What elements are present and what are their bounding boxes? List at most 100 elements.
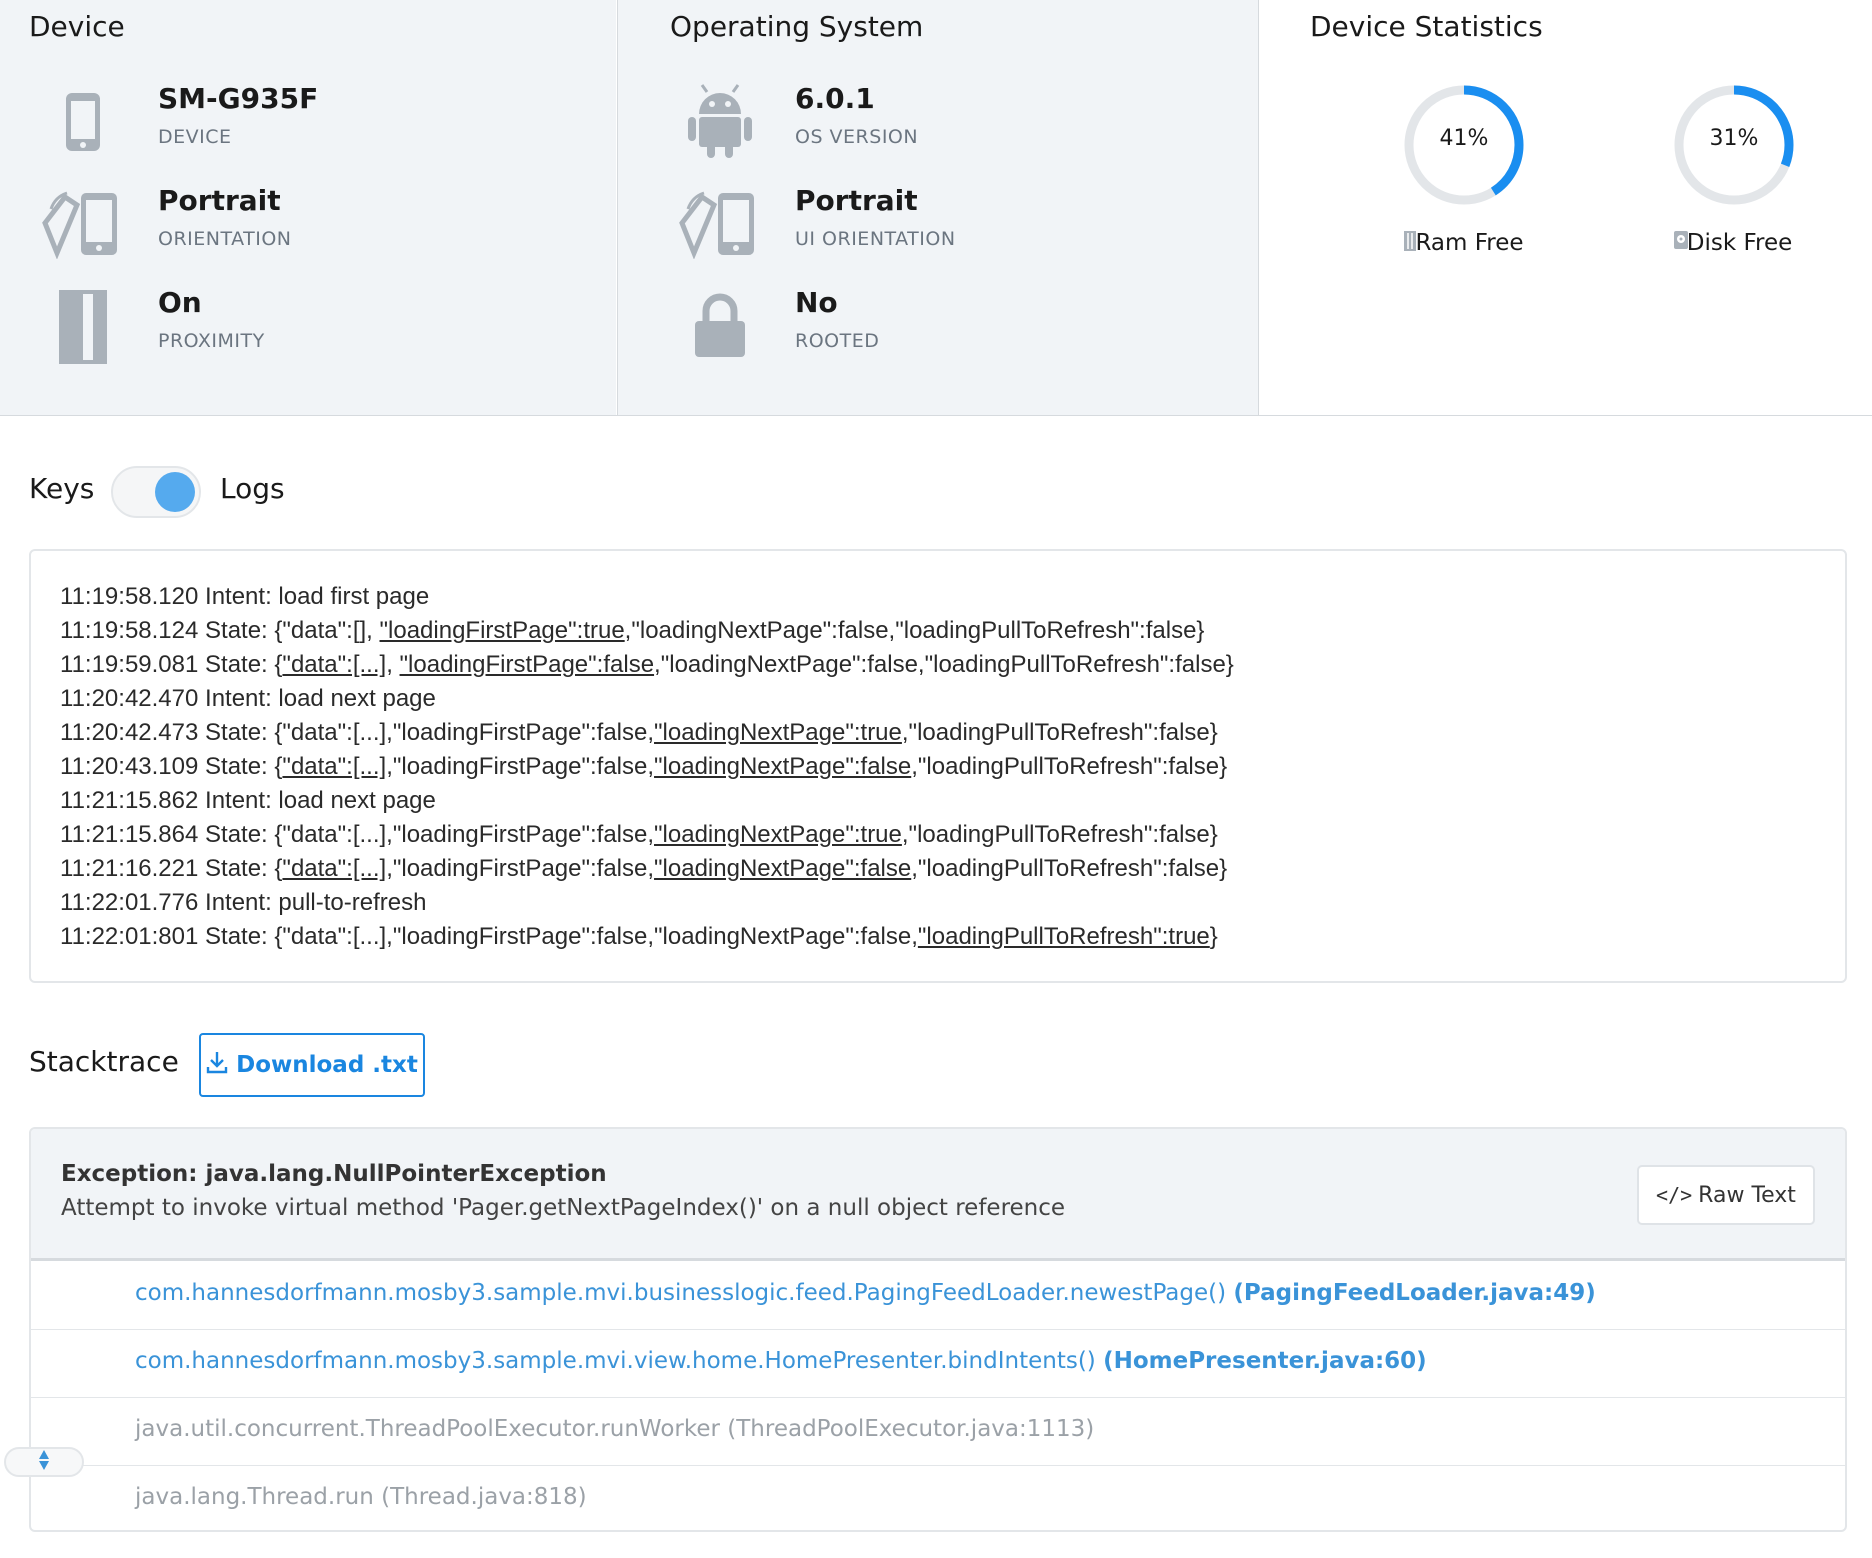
download-icon xyxy=(206,1050,228,1080)
log-text: 11:21:15.862 Intent: load next page xyxy=(60,787,436,814)
os-version-label: OS VERSION xyxy=(795,126,919,148)
disk-gauge: 31% Disk Free xyxy=(1653,84,1813,284)
log-text: ,"loadingFirstPage":false, xyxy=(386,753,655,780)
log-changed-field: "loadingFirstPage":true xyxy=(379,617,625,644)
exception-title: Exception: java.lang.NullPointerExceptio… xyxy=(61,1161,607,1187)
code-icon: </> xyxy=(1656,1183,1693,1207)
log-changed-field: "loadingNextPage":false xyxy=(654,753,912,780)
log-changed-field: "loadingFirstPage":false xyxy=(399,651,655,678)
log-line: 11:19:58.124 State: {"data":[], "loading… xyxy=(60,614,1816,648)
log-line: 11:22:01.776 Intent: pull-to-refresh xyxy=(60,886,1816,920)
log-text: 11:20:42.470 Intent: load next page xyxy=(60,685,436,712)
raw-text-label: Raw Text xyxy=(1698,1182,1796,1208)
exception-header: Exception: java.lang.NullPointerExceptio… xyxy=(31,1129,1845,1261)
ram-label-text: Ram Free xyxy=(1415,230,1524,256)
ui-orientation-value: Portrait xyxy=(795,184,918,217)
disk-label: Disk Free xyxy=(1653,230,1818,256)
log-changed-field: "loadingNextPage":true xyxy=(654,821,902,848)
device-proximity-value: On xyxy=(158,286,202,319)
ram-percent: 41% xyxy=(1439,126,1489,151)
logs-label[interactable]: Logs xyxy=(220,472,285,505)
stacktrace-title: Stacktrace xyxy=(29,1045,179,1078)
log-text: ,"loadingPullToRefresh":false} xyxy=(901,821,1218,848)
frame-method: com.hannesdorfmann.mosby3.sample.mvi.bus… xyxy=(135,1280,1234,1306)
device-orientation-label: ORIENTATION xyxy=(158,228,292,250)
log-changed-field: "loadingNextPage":false xyxy=(654,855,912,882)
device-panel-title: Device xyxy=(29,10,125,43)
log-line: 11:19:59.081 State: {"data":[...], "load… xyxy=(60,648,1816,682)
log-text: 11:22:01:801 State: {"data":[...],"loadi… xyxy=(60,923,918,950)
os-version-value: 6.0.1 xyxy=(795,82,875,115)
log-text: 11:20:43.109 State: { xyxy=(60,753,283,780)
stacktrace-box: Exception: java.lang.NullPointerExceptio… xyxy=(29,1127,1847,1532)
log-changed-field: "data":[...] xyxy=(282,753,387,780)
frame-method: com.hannesdorfmann.mosby3.sample.mvi.vie… xyxy=(135,1348,1104,1374)
stack-frame[interactable]: java.lang.Thread.run (Thread.java:818) xyxy=(31,1466,1845,1530)
stack-frame[interactable]: com.hannesdorfmann.mosby3.sample.mvi.bus… xyxy=(31,1262,1845,1330)
raw-text-button[interactable]: </> Raw Text xyxy=(1637,1165,1815,1225)
device-orientation-value: Portrait xyxy=(158,184,281,217)
lock-icon xyxy=(675,286,765,366)
frame-method: java.util.concurrent.ThreadPoolExecutor.… xyxy=(135,1416,1095,1442)
stats-panel: Device Statistics 41% Ram Free 31% Disk … xyxy=(1260,0,1872,415)
log-output: 11:19:58.120 Intent: load first page 11:1… xyxy=(29,549,1847,983)
log-text: } xyxy=(1209,923,1218,950)
phone-icon xyxy=(38,82,128,162)
log-line: 11:20:43.109 State: {"data":[...],"loadi… xyxy=(60,750,1816,784)
android-icon xyxy=(675,82,765,162)
log-line: 11:19:58.120 Intent: load first page xyxy=(60,580,1816,614)
frame-location: (HomePresenter.java:60) xyxy=(1103,1348,1427,1374)
keys-logs-switch[interactable] xyxy=(111,466,201,518)
log-text: ,"loadingNextPage":false,"loadingPullToR… xyxy=(624,617,1205,644)
rotate-device-icon xyxy=(38,184,128,264)
log-text: 11:21:15.864 State: {"data":[...],"loadi… xyxy=(60,821,655,848)
log-text: 11:19:58.120 Intent: load first page xyxy=(60,583,430,610)
device-proximity-label: PROXIMITY xyxy=(158,330,265,352)
log-line: 11:22:01:801 State: {"data":[...],"loadi… xyxy=(60,920,1816,954)
frame-method: java.lang.Thread.run (Thread.java:818) xyxy=(135,1484,587,1510)
os-panel: Operating System 6.0.1 OS VERSION Portra… xyxy=(617,0,1259,415)
rooted-label: ROOTED xyxy=(795,330,880,352)
stats-panel-title: Device Statistics xyxy=(1310,10,1543,43)
switch-knob xyxy=(155,472,195,512)
log-text: 11:22:01.776 Intent: pull-to-refresh xyxy=(60,889,427,916)
ram-gauge: 41% Ram Free xyxy=(1383,84,1543,284)
stack-frame[interactable]: com.hannesdorfmann.mosby3.sample.mvi.vie… xyxy=(31,1330,1845,1398)
expand-collapse-icon xyxy=(38,1449,50,1475)
device-model-value: SM-G935F xyxy=(158,82,319,115)
proximity-icon xyxy=(38,286,128,366)
frame-location: (PagingFeedLoader.java:49) xyxy=(1233,1280,1596,1306)
log-line: 11:20:42.473 State: {"data":[...],"loadi… xyxy=(60,716,1816,750)
disk-percent: 31% xyxy=(1709,126,1759,151)
log-text: ,"loadingNextPage":false,"loadingPullToR… xyxy=(654,651,1234,678)
log-text: ,"loadingFirstPage":false, xyxy=(386,855,655,882)
device-info-header: Device SM-G935F DEVICE Portrait ORIENTAT… xyxy=(0,0,1872,416)
os-panel-title: Operating System xyxy=(670,10,924,43)
log-text: ,"loadingPullToRefresh":false} xyxy=(911,855,1228,882)
rotate-device-icon xyxy=(675,184,765,264)
stack-frame[interactable]: java.util.concurrent.ThreadPoolExecutor.… xyxy=(31,1398,1845,1466)
log-changed-field: "loadingPullToRefresh":true xyxy=(917,923,1210,950)
ui-orientation-label: UI ORIENTATION xyxy=(795,228,956,250)
log-line: 11:21:16.221 State: {"data":[...],"loadi… xyxy=(60,852,1816,886)
log-line: 11:21:15.864 State: {"data":[...],"loadi… xyxy=(60,818,1816,852)
log-text: 11:21:16.221 State: { xyxy=(60,855,283,882)
log-text: 11:19:58.124 State: {"data":[], xyxy=(60,617,380,644)
log-text: 11:19:59.081 State: { xyxy=(60,651,283,678)
download-txt-button[interactable]: Download .txt xyxy=(199,1033,425,1097)
log-text: ,"loadingPullToRefresh":false} xyxy=(901,719,1218,746)
log-text: 11:20:42.473 State: {"data":[...],"loadi… xyxy=(60,719,655,746)
log-text: ,"loadingPullToRefresh":false} xyxy=(911,753,1228,780)
log-line: 11:20:42.470 Intent: load next page xyxy=(60,682,1816,716)
device-panel: Device SM-G935F DEVICE Portrait ORIENTAT… xyxy=(0,0,616,415)
log-line: 11:21:15.862 Intent: load next page xyxy=(60,784,1816,818)
exception-message: Attempt to invoke virtual method 'Pager.… xyxy=(61,1195,1066,1221)
device-model-label: DEVICE xyxy=(158,126,232,148)
log-changed-field: "data":[...] xyxy=(282,855,387,882)
keys-label[interactable]: Keys xyxy=(29,472,94,505)
expand-frames-toggle[interactable] xyxy=(4,1447,84,1477)
log-changed-field: "data":[...] xyxy=(282,651,387,678)
disk-label-text: Disk Free xyxy=(1686,230,1793,256)
log-changed-field: "loadingNextPage":true xyxy=(654,719,902,746)
ram-label: Ram Free xyxy=(1383,230,1548,256)
